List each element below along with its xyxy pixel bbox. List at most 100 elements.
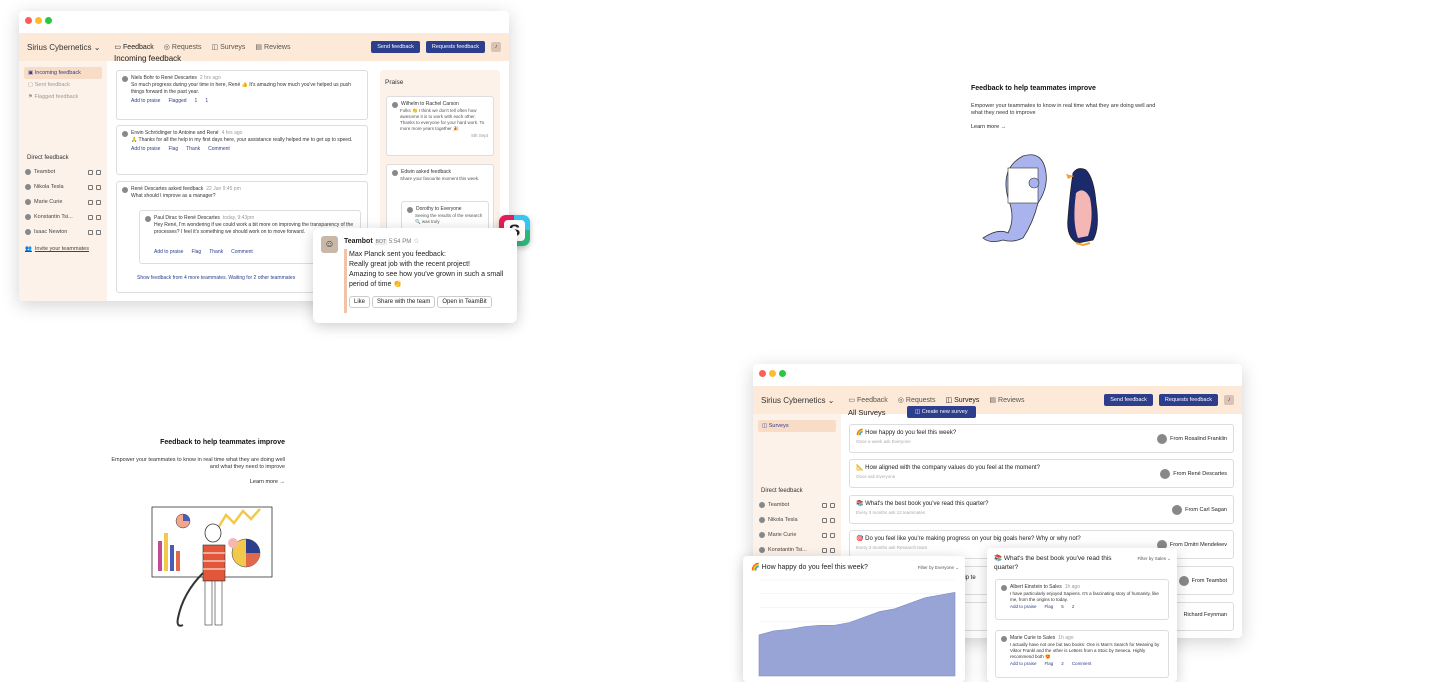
flagged-button[interactable]: Flagged [168,98,186,105]
sidebar-item-flagged[interactable]: ⚑ Flagged feedback [24,91,102,103]
feedback-card: Niels Bohr to René Descartes 2 hrs ago So… [116,70,368,120]
workspace-switcher[interactable]: Sirius Cybernetics ⌄ [27,43,100,52]
request-icon[interactable] [830,532,835,538]
thank-button[interactable]: Thank [186,146,200,153]
cat-whiteboard-illustration [151,506,273,627]
zoom-dot[interactable] [45,17,52,24]
avatar [759,532,765,538]
promo-title: Feedback to help teammates improve [971,85,1096,92]
star-icon[interactable]: ☆ [413,238,419,245]
request-feedback-button[interactable]: Requests feedback [1158,394,1218,406]
comment-count[interactable]: 1 [205,98,208,105]
direct-item-tesla[interactable]: Nikola Tesla [25,184,101,190]
heart-count[interactable]: 5 [1061,603,1064,610]
add-to-praise-button[interactable]: Add to praise [131,98,160,105]
nav-reviews[interactable]: ▤ Reviews [989,396,1024,405]
add-to-praise-button[interactable]: Add to praise [1010,603,1037,610]
answers-filter-dropdown[interactable]: Filter by Sales ⌄ [1137,556,1171,562]
feedback-icon[interactable] [88,184,93,190]
direct-item-konstantin[interactable]: Konstantin Tsi... [25,214,101,220]
feedback-icon[interactable] [88,214,93,220]
flag-button[interactable]: Flag [168,146,178,153]
direct-item-label: Teambot [34,169,56,175]
sidebar-item-sent[interactable]: ▢ Sent feedback [24,79,102,91]
bell-icon[interactable]: ♪ [1224,395,1234,405]
survey-row[interactable]: 📚 What's the best book you've read this … [849,495,1234,524]
request-icon[interactable] [830,517,835,523]
request-icon[interactable] [96,169,101,175]
feedback-icon[interactable] [822,532,827,538]
direct-item-curie[interactable]: Marie Curie [25,199,101,205]
feedback-icon[interactable] [88,229,93,235]
sidebar-item-incoming[interactable]: ▣ Incoming feedback [24,67,102,79]
feedback-icon: ▭ [848,397,856,404]
share-button[interactable]: Share with the team [372,296,436,308]
survey-row[interactable]: 📐 How aligned with the company values do… [849,459,1234,488]
nav-surveys[interactable]: ◫ Surveys [211,43,245,52]
feedback-icon[interactable] [822,517,827,523]
message-time: 5:54 PM [388,239,412,245]
nav-feedback[interactable]: ▭ Feedback [848,396,887,405]
feedback-icon[interactable] [88,199,93,205]
add-to-praise-button[interactable]: Add to praise [154,249,183,256]
request-icon[interactable] [830,502,835,508]
direct-item-curie[interactable]: Marie Curie [759,532,835,538]
comment-count[interactable]: 2 [1072,603,1075,610]
direct-item-teambot[interactable]: Teambot [759,502,835,508]
heart-count[interactable]: 2 [1061,660,1064,667]
flag-button[interactable]: Flag [1045,660,1054,667]
request-icon[interactable] [830,547,835,553]
nav-requests[interactable]: ◎ Requests [164,43,202,52]
comment-button[interactable]: Comment [231,249,253,256]
survey-author: From René Descartes [1173,471,1227,477]
direct-item-tesla[interactable]: Nikola Tesla [759,517,835,523]
learn-more-link[interactable]: Learn more → [971,124,1161,130]
minimize-dot[interactable] [769,370,776,377]
request-icon[interactable] [96,229,101,235]
direct-item-teambot[interactable]: Teambot [25,169,101,175]
add-to-praise-button[interactable]: Add to praise [131,146,160,153]
direct-item-konstantin[interactable]: Konstantin Tsi... [759,547,835,553]
request-feedback-button[interactable]: Requests feedback [425,41,485,53]
close-dot[interactable] [25,17,32,24]
like-button[interactable]: Like [349,296,371,308]
learn-more-link[interactable]: Learn more → [110,479,285,485]
invite-teammates-link[interactable]: 👥 Invite your teammates [25,246,101,252]
create-survey-button[interactable]: ◫ Create new survey [907,406,976,418]
heart-count[interactable]: 1 [195,98,198,105]
nav-requests[interactable]: ◎ Requests [898,396,936,405]
request-icon[interactable] [96,184,101,190]
zoom-dot[interactable] [779,370,786,377]
request-icon[interactable] [96,214,101,220]
slack-message-popup: ☺ Teambot BOT 5:54 PM ☆ Max Planck sent … [313,228,517,323]
nav-surveys[interactable]: ◫ Surveys [945,396,979,405]
add-to-praise-button[interactable]: Add to praise [1010,660,1037,667]
flag-button[interactable]: Flag [191,249,201,256]
open-in-teambit-button[interactable]: Open in TeamBit [437,296,492,308]
show-more-link[interactable]: Show feedback from 4 more teammates. Wai… [137,275,295,282]
page-title: Incoming feedback [114,54,182,63]
sidebar-item-surveys[interactable]: ◫ Surveys [758,420,836,432]
direct-item-newton[interactable]: Isaac Newton [25,229,101,235]
feedback-icon[interactable] [822,502,827,508]
chart-filter-dropdown[interactable]: Filter by Everyone ⌄ [918,565,959,571]
feedback-icon[interactable] [88,169,93,175]
close-dot[interactable] [759,370,766,377]
workspace-switcher[interactable]: Sirius Cybernetics ⌄ [761,396,834,405]
request-icon[interactable] [96,199,101,205]
thank-button[interactable]: Thank [209,249,223,256]
card-author: Niels Bohr to René Descartes [131,75,197,81]
nav-reviews[interactable]: ▤ Reviews [255,43,290,52]
nav-feedback[interactable]: ▭ Feedback [114,43,153,52]
praise-title: Praise [385,79,404,86]
bell-icon[interactable]: ♪ [491,42,501,52]
minimize-dot[interactable] [35,17,42,24]
survey-row[interactable]: 🌈 How happy do you feel this week? Once a… [849,424,1234,453]
feedback-icon[interactable] [822,547,827,553]
send-feedback-button[interactable]: Send feedback [1104,394,1153,406]
ask-author: Edwin asked feedback [401,169,452,175]
comment-button[interactable]: Comment [1072,660,1092,667]
comment-button[interactable]: Comment [208,146,230,153]
flag-button[interactable]: Flag [1045,603,1054,610]
send-feedback-button[interactable]: Send feedback [371,41,420,53]
